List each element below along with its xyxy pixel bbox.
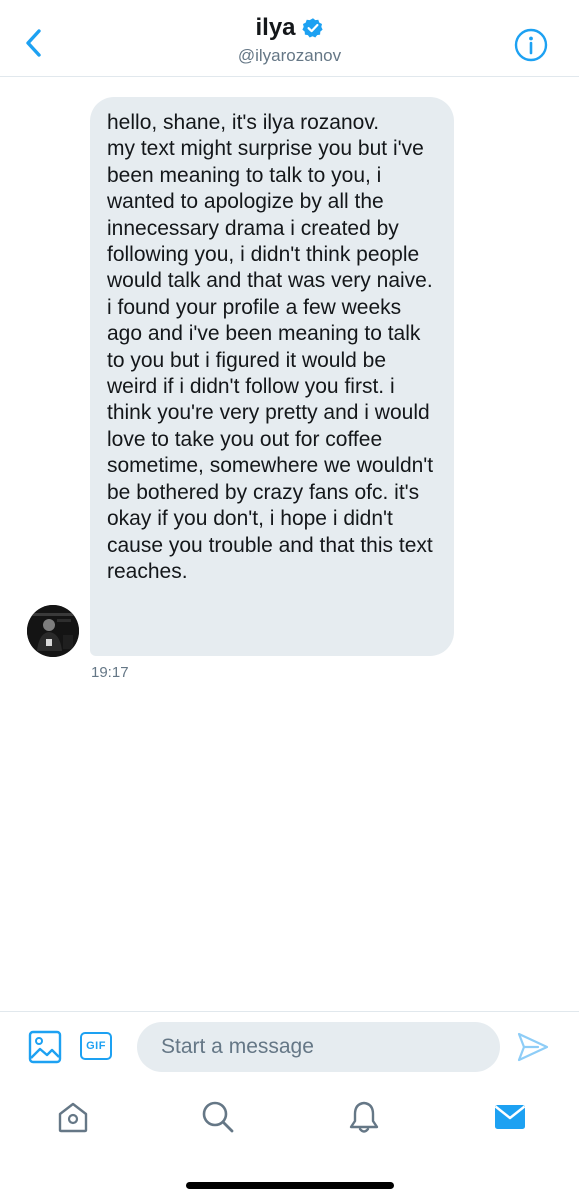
conversation-header: ilya @ilyarozanov — [0, 0, 579, 77]
home-icon — [58, 1102, 88, 1133]
message-timestamp: 19:17 — [91, 664, 129, 681]
send-icon — [517, 1032, 549, 1062]
conversation-title: ilya — [255, 14, 296, 41]
tab-notifications[interactable] — [346, 1099, 382, 1135]
add-image-button[interactable] — [28, 1030, 62, 1064]
info-icon — [514, 28, 548, 62]
conversation-handle: @ilyarozanov — [237, 46, 342, 65]
mail-icon — [494, 1105, 526, 1129]
search-icon — [202, 1101, 234, 1133]
conversation-title-block[interactable]: ilya @ilyarozanov — [0, 14, 579, 66]
tab-search[interactable] — [200, 1099, 236, 1135]
home-indicator[interactable] — [186, 1182, 394, 1189]
image-icon — [28, 1030, 62, 1064]
tab-home[interactable] — [55, 1099, 91, 1135]
message-bubble[interactable]: hello, shane, it's ilya rozanov. my text… — [90, 97, 454, 656]
tab-messages[interactable] — [492, 1099, 528, 1135]
send-button[interactable] — [516, 1031, 550, 1063]
info-button[interactable] — [514, 28, 548, 62]
message-input[interactable] — [137, 1022, 500, 1072]
avatar[interactable] — [27, 605, 79, 657]
bell-icon — [349, 1101, 379, 1133]
add-gif-button[interactable]: GIF — [80, 1032, 112, 1060]
verified-badge-icon — [301, 17, 324, 39]
